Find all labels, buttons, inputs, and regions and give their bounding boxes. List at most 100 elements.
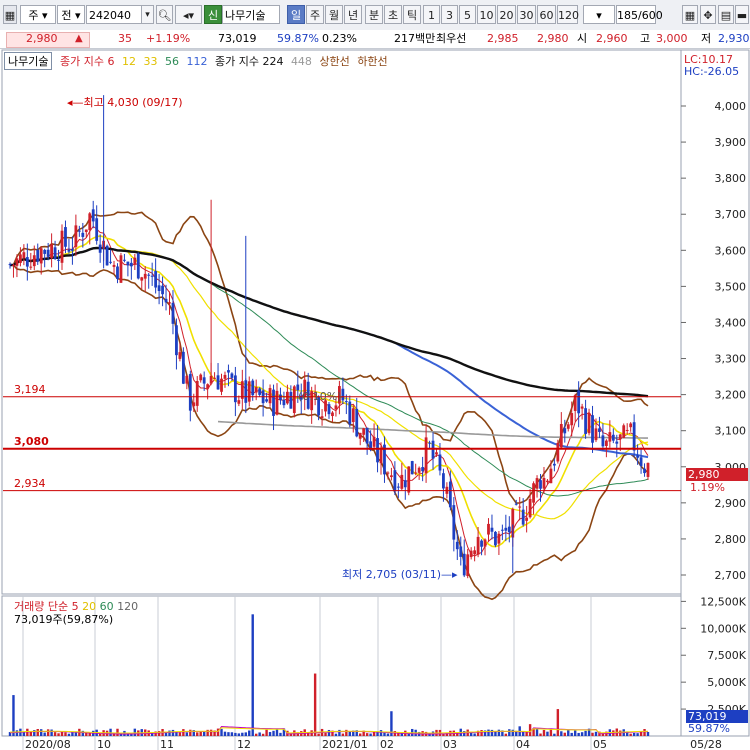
- high-annotation: ◂—최고 4,030 (09/17): [67, 96, 183, 109]
- minimize-icon[interactable]: ▬: [735, 5, 749, 24]
- volume-bar: [348, 731, 352, 736]
- count-select[interactable]: ▾: [583, 5, 615, 24]
- current-price: 2,980: [26, 32, 58, 45]
- period-select[interactable]: 전 ▾: [57, 5, 85, 24]
- candle-body: [400, 474, 404, 489]
- price-chart[interactable]: 4,000 3,900 3,800 3,700 3,600 3,500 3,400 3,300…: [0, 48, 750, 750]
- candle-body: [455, 541, 459, 550]
- volume-bar: [109, 728, 112, 736]
- volume-bar: [573, 730, 577, 736]
- quote-bar: 2,980 ▲ 35 +1.19% 73,019 59.87% 0.23% 21…: [0, 30, 750, 49]
- candle-body: [126, 261, 130, 266]
- interval-5[interactable]: 5: [459, 5, 476, 24]
- interval-60[interactable]: 60: [537, 5, 556, 24]
- interval-120[interactable]: 120: [557, 5, 579, 24]
- market-label: 주: [28, 9, 39, 22]
- market-select[interactable]: 주 ▾: [20, 5, 56, 24]
- legend-ma-label[interactable]: 종가 지수 6: [60, 55, 114, 68]
- legend-lower[interactable]: 하한선: [357, 55, 387, 68]
- expand-icon[interactable]: ✥: [700, 5, 716, 24]
- volume-bar: [383, 732, 386, 736]
- candle-body: [334, 405, 338, 410]
- layout-icon[interactable]: ▦: [682, 5, 698, 24]
- legend-ma56[interactable]: 56: [165, 55, 179, 68]
- amount-value: 217백만: [394, 32, 436, 45]
- layout-grid-icon[interactable]: ▤: [718, 5, 734, 24]
- volume-legend-ma120[interactable]: 120: [117, 600, 138, 613]
- interval-10[interactable]: 10: [477, 5, 496, 24]
- candle-body: [161, 285, 164, 295]
- interval-1[interactable]: 1: [423, 5, 440, 24]
- candle-body: [556, 442, 560, 462]
- candle-body: [410, 461, 414, 475]
- volume-bar: [487, 729, 490, 736]
- volume-bar: [580, 732, 584, 736]
- tab-year[interactable]: 년: [344, 5, 362, 24]
- volume-bar: [40, 729, 43, 736]
- candle-body: [192, 402, 196, 407]
- candle-body: [57, 259, 60, 261]
- volume-bar: [196, 732, 199, 736]
- chart-legend: 나무기술 종가 지수 6 12 33 56 112 종가 지수 224 448 …: [4, 52, 392, 70]
- candle-body: [154, 271, 158, 288]
- volume-bar: [563, 732, 566, 736]
- candle-body: [32, 255, 36, 267]
- volume-bar: [497, 729, 501, 736]
- interval-30[interactable]: 30: [517, 5, 536, 24]
- tab-week[interactable]: 주: [306, 5, 324, 24]
- interval-3[interactable]: 3: [441, 5, 458, 24]
- volume-bar: [549, 729, 553, 736]
- candle-body: [598, 428, 601, 432]
- candle-body: [64, 227, 67, 247]
- tab-month[interactable]: 월: [325, 5, 343, 24]
- high-label: 고: [640, 32, 651, 45]
- candle-body: [164, 298, 168, 303]
- legend-ma-long[interactable]: 종가 지수 224: [215, 55, 283, 68]
- volume-bar: [67, 733, 71, 736]
- candle-body: [185, 375, 189, 384]
- speaker-icon[interactable]: ◂▾: [175, 5, 202, 24]
- candle-body: [584, 408, 587, 434]
- candle-body: [140, 277, 144, 281]
- turnover-value: 0.23%: [322, 32, 357, 45]
- current-pct-marker: 1.19%: [690, 481, 725, 494]
- volume-percent: 59.87%: [277, 32, 319, 45]
- candle-body: [227, 370, 230, 373]
- candle-body: [216, 375, 220, 390]
- price-axis-label: 3,500: [715, 280, 747, 293]
- legend-stock-name[interactable]: 나무기술: [4, 52, 53, 70]
- legend-ma33[interactable]: 33: [143, 55, 157, 68]
- candle-body: [22, 252, 26, 259]
- tab-day[interactable]: 일: [287, 5, 305, 24]
- tab-minute[interactable]: 분: [365, 5, 383, 24]
- volume-bar: [629, 733, 632, 736]
- tab-second[interactable]: 초: [384, 5, 402, 24]
- candle-body: [133, 257, 137, 265]
- price-axis-label: 3,900: [715, 136, 747, 149]
- volume-bar: [594, 731, 598, 736]
- legend-ma448[interactable]: 448: [291, 55, 312, 68]
- interval-20[interactable]: 20: [497, 5, 516, 24]
- legend-upper[interactable]: 상한선: [319, 55, 349, 68]
- volume-bar: [542, 729, 546, 736]
- candle-body: [379, 447, 383, 464]
- volume-bar: [57, 733, 60, 736]
- volume-bar: [206, 729, 209, 736]
- candle-body: [365, 427, 369, 444]
- candle-body: [43, 249, 47, 254]
- candle-body: [71, 248, 74, 251]
- volume-bar: [632, 733, 636, 736]
- candle-body: [268, 388, 272, 404]
- candle-body: [639, 457, 643, 466]
- tab-tick[interactable]: 틱: [403, 5, 421, 24]
- volume-bar: [508, 729, 511, 736]
- search-icon[interactable]: 🔍︎: [156, 5, 173, 24]
- candle-body: [625, 429, 629, 431]
- legend-ma12[interactable]: 12: [122, 55, 136, 68]
- legend-ma112[interactable]: 112: [186, 55, 207, 68]
- candle-body: [175, 325, 178, 356]
- grid-icon[interactable]: ▦: [3, 5, 17, 24]
- candle-body: [150, 275, 154, 277]
- chevron-down-icon[interactable]: ▾: [141, 5, 154, 24]
- candle-body: [424, 437, 428, 474]
